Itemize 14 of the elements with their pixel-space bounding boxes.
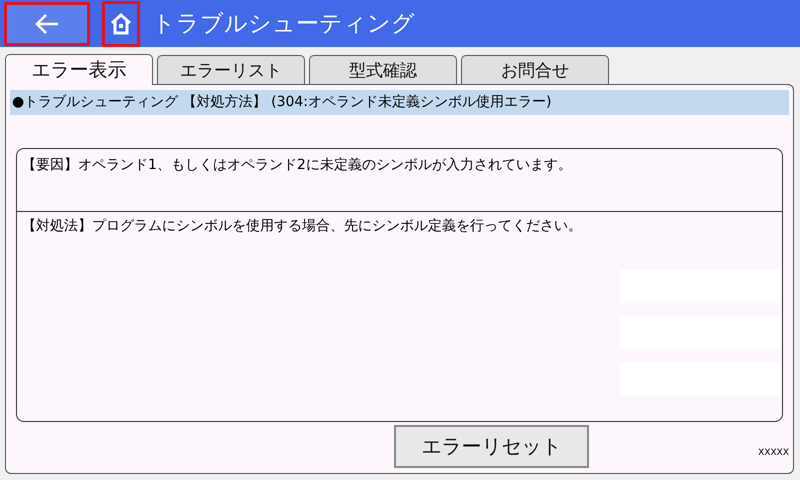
code-label: XXXXX [758, 448, 789, 458]
home-button[interactable] [102, 0, 140, 46]
tab[interactable]: エラーリスト [157, 55, 305, 84]
tab[interactable]: エラー表示 [5, 54, 153, 85]
error-reset-button[interactable]: エラーリセット [394, 424, 589, 468]
back-button[interactable] [4, 2, 90, 46]
screen-title: トラブルシューティング [152, 10, 415, 39]
cause-text: 【要因】オペランド1、もしくはオペランド2に未定義のシンボルが入力されています。 [17, 149, 782, 212]
section-heading: ●トラブルシューティング 【対処方法】 (304:オペランド未定義シンボル使用エラー) [10, 90, 789, 115]
tab[interactable]: 型式確認 [309, 55, 457, 84]
home-icon [109, 12, 133, 36]
remedy-text: 【対処法】プログラムにシンボルを使用する場合、先にシンボル定義を行ってください。 [21, 217, 583, 235]
tab[interactable]: お問合せ [461, 55, 609, 84]
back-arrow-icon [34, 12, 60, 36]
